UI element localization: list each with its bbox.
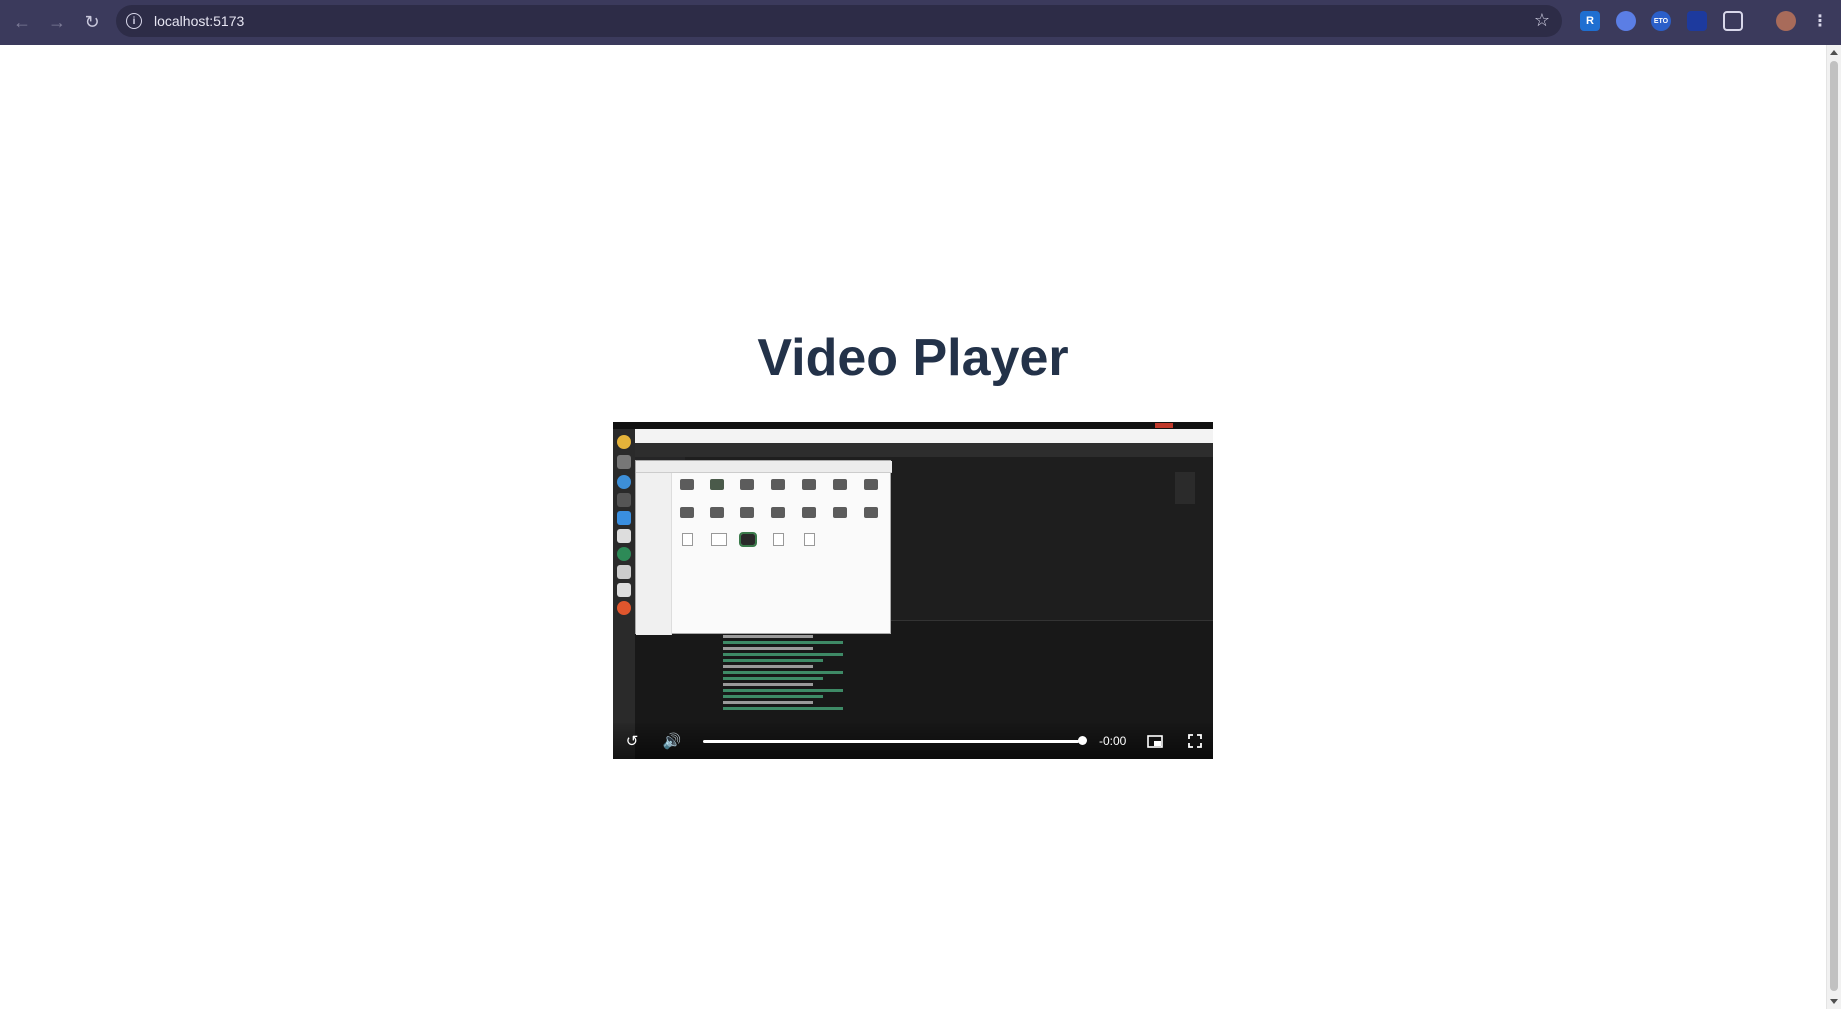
extensions-puzzle-icon[interactable] (1723, 11, 1743, 31)
site-info-icon[interactable]: i (126, 13, 142, 29)
video-player[interactable]: ↺ 🔊 -0:00 (613, 422, 1213, 759)
video-frame-files-window (635, 460, 892, 635)
forward-button[interactable]: → (44, 10, 70, 36)
arrow-left-icon: ← (13, 12, 31, 32)
arrow-right-icon: → (48, 12, 66, 32)
address-bar[interactable]: i localhost:5173 ☆ (116, 5, 1562, 37)
video-frame-menubar (635, 429, 1213, 457)
menu-kebab-icon[interactable]: ⋮ (1810, 11, 1830, 31)
video-controls: ↺ 🔊 -0:00 (613, 723, 1213, 759)
picture-in-picture-icon[interactable] (1144, 730, 1166, 752)
back-button[interactable]: ← (9, 10, 35, 36)
extension-r-icon[interactable]: R (1580, 11, 1600, 31)
progress-scrubber[interactable] (1078, 736, 1087, 745)
reload-icon: ↻ (84, 12, 100, 32)
video-frame-dock (613, 429, 635, 759)
scroll-thumb[interactable] (1830, 61, 1838, 991)
page-title: Video Player (757, 329, 1069, 387)
progress-bar[interactable] (703, 740, 1079, 743)
reload-button[interactable]: ↻ (79, 10, 105, 36)
scroll-up-icon[interactable] (1830, 50, 1838, 55)
scroll-down-icon[interactable] (1830, 999, 1838, 1004)
url-text[interactable]: localhost:5173 (154, 13, 244, 29)
extension-blue-icon[interactable] (1687, 11, 1707, 31)
profile-avatar[interactable] (1776, 11, 1796, 31)
extension-circle-icon[interactable] (1616, 11, 1636, 31)
video-frame-minimap (1175, 472, 1195, 504)
replay-icon[interactable]: ↺ (621, 730, 643, 752)
fullscreen-icon[interactable] (1184, 730, 1206, 752)
page-scrollbar[interactable] (1826, 45, 1841, 1009)
time-remaining: -0:00 (1099, 734, 1127, 748)
volume-icon[interactable]: 🔊 (661, 730, 683, 752)
browser-toolbar: ← → ↻ i localhost:5173 ☆ R ETO ⋮ (0, 0, 1841, 45)
video-frame-topbar (613, 422, 1213, 429)
star-icon[interactable]: ☆ (1534, 10, 1550, 31)
extension-eto-icon[interactable]: ETO (1651, 11, 1671, 31)
